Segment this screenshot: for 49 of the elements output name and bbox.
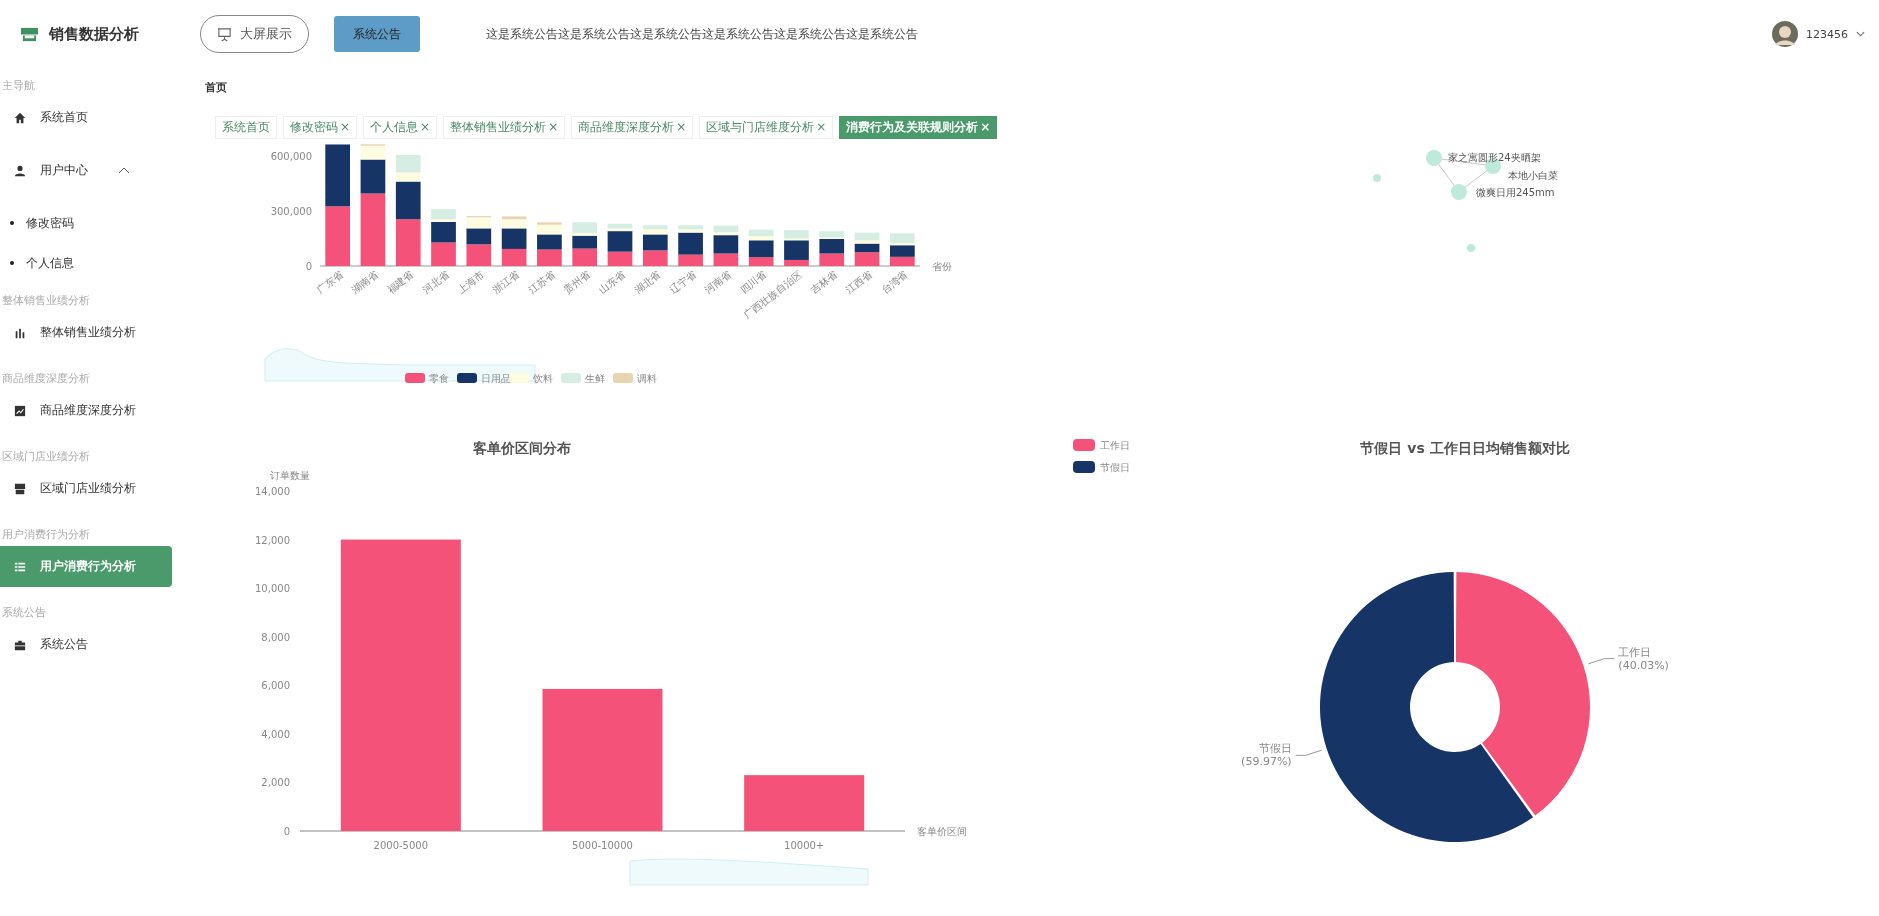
section-heading: 主导航 <box>1 78 36 94</box>
slice-label: 工作日 <box>1618 645 1652 659</box>
axis-title: 客单价区间 <box>917 826 967 837</box>
axis-category-label: 10000+ <box>784 840 825 851</box>
axis-tick-label: 10,000 <box>255 583 290 595</box>
axis-category-label: 台湾省 <box>879 268 910 297</box>
axis-category-label: 湖南省 <box>349 268 381 297</box>
axis-tick-label: 12,000 <box>255 534 290 546</box>
axis-category-label: 辽宁省 <box>667 268 698 297</box>
slice-label: 节假日 <box>1258 742 1292 756</box>
axis-category-label: 山东省 <box>596 268 628 297</box>
chart-title: 节假日 vs 工作日日均销售额对比 <box>1360 440 1570 456</box>
axis-category-label: 河南省 <box>702 268 734 297</box>
axis-tick-label: 0 <box>283 826 290 837</box>
section-heading: 用户消费行为分析 <box>1 527 91 543</box>
axis-category-label: 福建省 <box>385 268 416 297</box>
axis-tick-label: 4,000 <box>261 728 290 740</box>
section-heading: 整体销售业绩分析 <box>1 293 91 309</box>
axis-tick-label: 6,000 <box>261 680 290 692</box>
axis-category-label: 广东省 <box>314 268 345 297</box>
axis-category-label: 河北省 <box>420 268 451 297</box>
slice-percent: (40.03%) <box>1618 658 1669 672</box>
node-label: 本地小白菜 <box>1508 170 1558 181</box>
notice-marquee: 这是系统公告这是系统公告这是系统公告这是系统公告这是系统公告这是系统公告 <box>486 25 918 43</box>
axis-tick-label: 0 <box>305 261 312 272</box>
axis-category-label: 贵州省 <box>561 268 592 297</box>
axis-category-label: 浙江省 <box>490 268 522 297</box>
axis-tick-label: 14,000 <box>255 486 290 497</box>
axis-category-label: 5000-10000 <box>572 840 633 851</box>
node-label: 微爽日用245mm <box>1476 187 1555 198</box>
chart-title: 客单价区间分布 <box>473 440 571 456</box>
section-heading: 商品维度深度分析 <box>1 371 91 387</box>
axis-tick-label: 2,000 <box>261 777 290 789</box>
slice-percent: (59.97%) <box>1241 755 1292 769</box>
section-heading: 系统公告 <box>1 605 47 621</box>
axis-title: 订单数量 <box>270 470 310 481</box>
axis-tick-label: 300,000 <box>270 205 312 217</box>
axis-tick-label: 600,000 <box>270 150 312 162</box>
axis-title: 省份 <box>932 261 952 272</box>
node-label: 家之寓圆形24夹晒架 <box>1448 152 1541 163</box>
axis-category-label: 江西省 <box>843 268 875 297</box>
axis-category-label: 2000-5000 <box>373 840 429 851</box>
axis-category-label: 江苏省 <box>526 268 557 297</box>
axis-category-label: 上海市 <box>455 268 487 297</box>
app-title: 销售数据分析 <box>49 24 139 44</box>
axis-category-label: 湖北省 <box>632 268 663 297</box>
axis-tick-label: 8,000 <box>261 631 290 643</box>
section-heading: 区域门店业绩分析 <box>1 449 91 465</box>
axis-category-label: 吉林省 <box>808 268 839 297</box>
